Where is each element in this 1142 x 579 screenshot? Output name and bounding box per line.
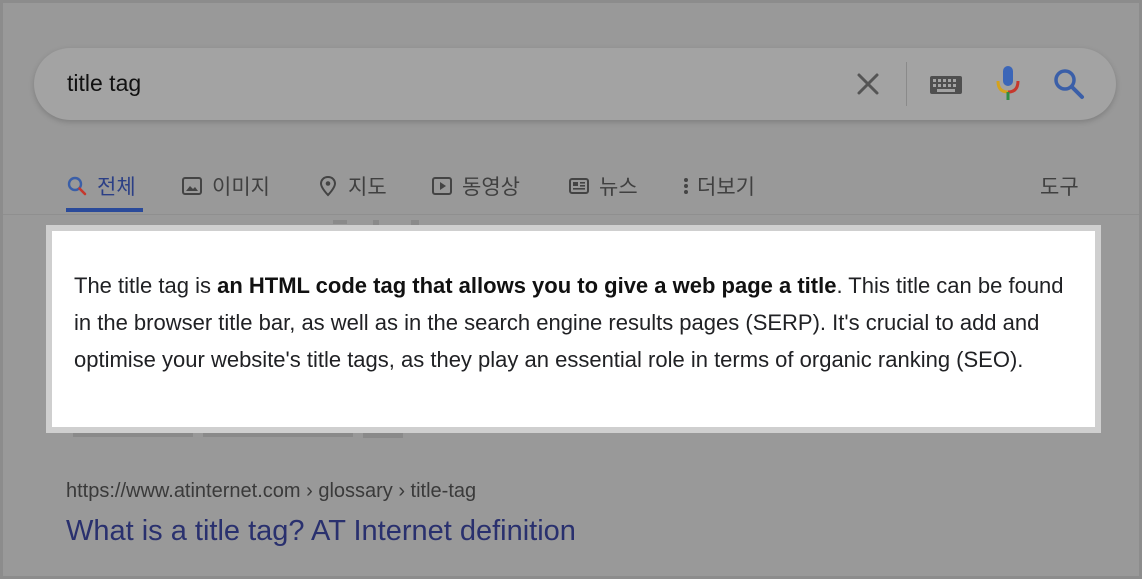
result-url[interactable]: https://www.atinternet.com › glossary › … xyxy=(66,480,476,503)
keyboard-button[interactable] xyxy=(928,70,964,98)
tab-label: 지도 xyxy=(348,175,387,199)
active-tab-indicator xyxy=(66,208,143,212)
news-icon xyxy=(569,178,589,194)
screenshot-frame: title tag 전체 이미지 지도 동영상 뉴스 더보기 도구 The ti… xyxy=(0,0,1142,579)
snippet-text: The title tag is an HTML code tag that a… xyxy=(74,267,1084,378)
tab-label: 동영상 xyxy=(462,175,520,199)
map-pin-icon xyxy=(319,175,337,197)
clear-button[interactable] xyxy=(852,68,884,100)
tab-maps[interactable]: 지도 xyxy=(317,166,387,206)
search-input[interactable]: title tag xyxy=(67,70,141,97)
tab-videos[interactable]: 동영상 xyxy=(431,166,520,206)
tab-label: 전체 xyxy=(97,175,136,199)
tab-images[interactable]: 이미지 xyxy=(181,166,270,206)
search-icon xyxy=(1054,69,1084,99)
snippet-highlight: an HTML code tag that allows you to give… xyxy=(217,273,837,298)
result-title-link[interactable]: What is a title tag? AT Internet definit… xyxy=(66,515,576,548)
search-bar[interactable]: title tag xyxy=(34,48,1116,120)
tab-label: 뉴스 xyxy=(599,175,638,199)
tab-more[interactable]: 더보기 xyxy=(681,166,755,206)
search-icon xyxy=(67,176,87,196)
featured-snippet: The title tag is an HTML code tag that a… xyxy=(46,225,1101,433)
snippet-text-start: The title tag is xyxy=(74,273,218,298)
tab-tools[interactable]: 도구 xyxy=(1040,166,1079,206)
search-tabs: 전체 이미지 지도 동영상 뉴스 더보기 도구 xyxy=(3,158,1139,214)
close-icon xyxy=(857,73,879,95)
image-icon xyxy=(182,177,202,195)
more-vertical-icon xyxy=(684,178,688,194)
search-bar-divider xyxy=(906,62,907,106)
microphone-icon xyxy=(996,66,1020,100)
search-button[interactable] xyxy=(1051,66,1087,102)
tabs-divider xyxy=(3,214,1139,215)
keyboard-icon xyxy=(930,76,962,94)
tab-news[interactable]: 뉴스 xyxy=(568,166,638,206)
tab-label: 이미지 xyxy=(212,175,270,199)
voice-search-button[interactable] xyxy=(994,64,1022,104)
tab-label: 더보기 xyxy=(697,175,755,199)
tab-label: 도구 xyxy=(1040,175,1079,199)
video-icon xyxy=(432,177,452,195)
tab-all[interactable]: 전체 xyxy=(66,166,136,206)
